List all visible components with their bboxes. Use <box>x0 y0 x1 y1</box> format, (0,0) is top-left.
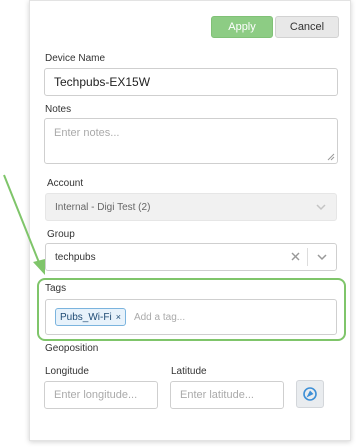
group-select[interactable]: techpubs <box>45 243 337 271</box>
latitude-label: Latitude <box>171 366 207 377</box>
account-label: Account <box>47 178 84 189</box>
resize-grip-icon[interactable] <box>327 153 335 161</box>
chevron-down-icon <box>316 204 326 211</box>
tag-chip-label: Pubs_Wi-Fi <box>60 311 112 323</box>
tags-label: Tags <box>45 283 67 294</box>
tag-chip: Pubs_Wi-Fi × <box>55 308 126 326</box>
latitude-placeholder: Enter latitude... <box>180 389 254 401</box>
tags-input[interactable]: Pubs_Wi-Fi × Add a tag... <box>45 299 337 335</box>
device-name-input[interactable]: Techpubs-EX15W <box>44 68 338 96</box>
apply-button[interactable]: Apply <box>211 16 273 38</box>
latitude-input[interactable]: Enter latitude... <box>170 381 284 409</box>
notes-textarea[interactable]: Enter notes... <box>44 118 338 164</box>
device-name-label: Device Name <box>45 53 106 64</box>
longitude-input[interactable]: Enter longitude... <box>44 381 158 409</box>
cancel-button[interactable]: Cancel <box>275 16 339 38</box>
geoposition-label: Geoposition <box>45 343 99 354</box>
account-select: Internal - Digi Test (2) <box>45 193 337 221</box>
locate-icon <box>303 387 317 401</box>
tag-placeholder: Add a tag... <box>133 311 186 323</box>
group-value: techpubs <box>55 251 96 263</box>
longitude-label: Longitude <box>45 366 89 377</box>
account-value: Internal - Digi Test (2) <box>55 201 151 213</box>
notes-label: Notes <box>45 104 72 115</box>
tag-remove-icon[interactable]: × <box>116 312 121 322</box>
clear-icon[interactable] <box>285 247 307 267</box>
notes-placeholder: Enter notes... <box>54 127 120 139</box>
longitude-placeholder: Enter longitude... <box>54 389 138 401</box>
locate-button[interactable] <box>296 380 324 408</box>
chevron-down-icon[interactable] <box>308 247 336 267</box>
group-label: Group <box>47 229 75 240</box>
